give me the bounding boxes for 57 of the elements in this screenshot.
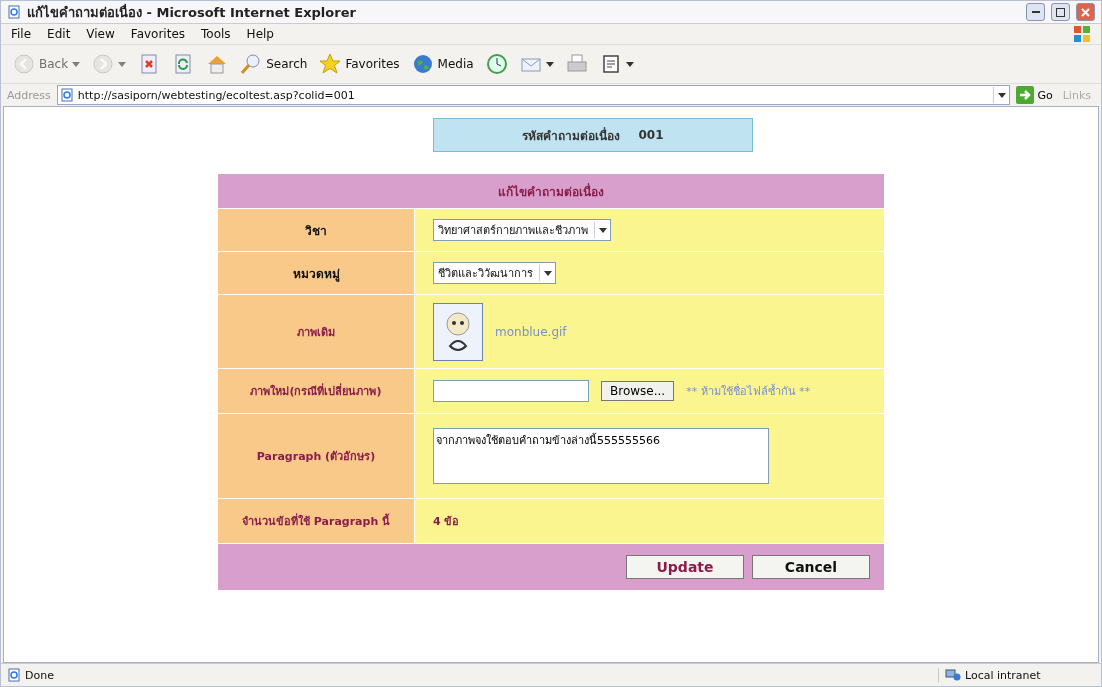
dropdown[interactable]: วิทยาศาสตร์กายภาพและชีวภาพ	[433, 219, 611, 241]
caret-icon	[598, 227, 607, 233]
media-button[interactable]: Media	[409, 51, 476, 77]
menu-item[interactable]: Edit	[47, 27, 71, 41]
address-field[interactable]: http://sasiporn/webtesting/ecoltest.asp?colid=001	[56, 85, 1011, 105]
zone-text: Local intranet	[965, 668, 1041, 682]
globe-icon	[411, 53, 434, 75]
search-button[interactable]: Search	[238, 51, 310, 77]
code-value: 001	[638, 128, 664, 142]
maximize-button[interactable]	[1051, 3, 1070, 21]
address-label: Address	[7, 88, 51, 102]
status-text: Done	[25, 668, 54, 682]
cartoon-thumbnail	[433, 302, 483, 361]
window-title: แก้ไขคำถามต่อเนื่อง - Microsoft Internet Explorer	[27, 2, 357, 22]
network-icon	[945, 668, 961, 682]
search-icon	[240, 53, 263, 75]
printer-icon	[565, 53, 588, 75]
menu-item[interactable]: File	[11, 27, 32, 41]
caret-icon	[543, 270, 552, 276]
caret-icon	[625, 61, 634, 67]
form-title: แก้ไขคำถามต่อเนื่อง	[498, 182, 604, 201]
windows-logo-icon	[1073, 25, 1091, 43]
minimize-icon	[1031, 11, 1040, 13]
star-icon	[319, 53, 342, 75]
count-value: 4 ข้อ	[433, 514, 460, 530]
field-label: Paragraph (ตัวอักษร)	[256, 449, 376, 465]
close-icon	[1081, 7, 1090, 17]
update-button[interactable]: Update	[626, 555, 744, 579]
field-label: ภาพเดิม	[297, 324, 335, 341]
file-input-field[interactable]	[433, 380, 589, 402]
minimize-button[interactable]	[1026, 3, 1045, 21]
caret-icon	[997, 92, 1006, 98]
caret-icon	[545, 61, 554, 67]
browse-button[interactable]: Browse...	[601, 381, 675, 401]
cancel-button[interactable]: Cancel	[752, 555, 870, 579]
warning-note: ** ห้ามใช้ชื่อไฟล์ซ้ำกัน **	[686, 382, 811, 400]
caret-icon	[118, 61, 127, 67]
close-button[interactable]	[1076, 3, 1095, 21]
menu-item[interactable]: Help	[246, 27, 274, 41]
field-label: จำนวนข้อที่ใช้ Paragraph นี้	[241, 512, 391, 530]
page-icon	[59, 88, 74, 102]
dropdown[interactable]: ชีวิตและวิวัฒนาการ	[433, 262, 556, 284]
page-icon	[7, 5, 21, 19]
clock-icon	[485, 53, 508, 75]
caret-icon	[72, 61, 81, 67]
maximize-icon	[1056, 7, 1065, 17]
image-filename: monblue.gif	[495, 324, 567, 339]
menu-item[interactable]: Tools	[201, 27, 231, 41]
paragraph-textarea[interactable]: จากภาพจงใช้ตอบคำถามข้างล่างนี้555555566	[433, 428, 769, 484]
page-icon	[7, 668, 21, 682]
field-label: ภาพใหม่(กรณีที่เปลี่ยนภาพ)	[250, 382, 382, 400]
menu-item[interactable]: Favorites	[130, 27, 186, 41]
field-label: วิชา	[305, 222, 327, 240]
favorites-button[interactable]: Favorites	[317, 51, 402, 77]
field-label: หมวดหมู่	[292, 265, 340, 283]
code-label: รหัสคำถามต่อเนื่อง	[522, 126, 621, 145]
menu-item[interactable]: View	[86, 27, 115, 41]
